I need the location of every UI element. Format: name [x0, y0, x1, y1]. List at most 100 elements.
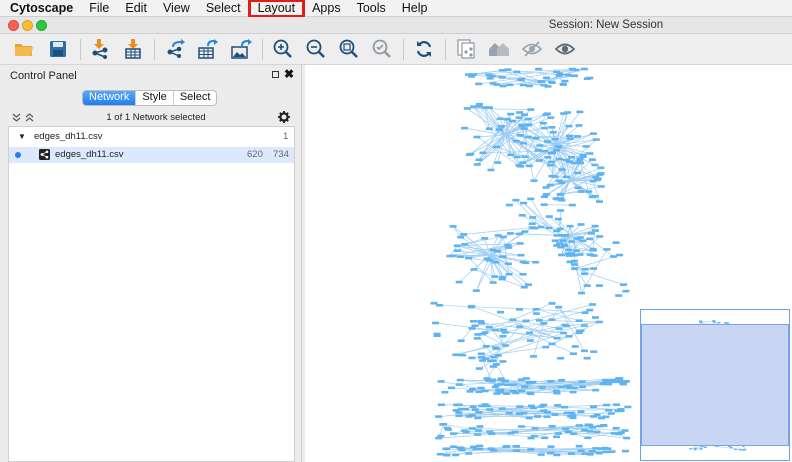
network-node[interactable] — [564, 111, 572, 114]
network-node[interactable] — [562, 158, 570, 162]
network-node[interactable] — [557, 209, 565, 212]
network-node[interactable] — [580, 67, 588, 71]
network-node[interactable] — [468, 356, 476, 360]
network-node[interactable] — [543, 140, 551, 143]
network-node[interactable] — [531, 427, 539, 430]
network-node[interactable] — [470, 73, 478, 76]
network-node[interactable] — [588, 158, 596, 161]
network-node[interactable] — [575, 424, 583, 427]
network-node[interactable] — [596, 235, 604, 238]
network-node[interactable] — [461, 243, 469, 246]
network-node[interactable] — [537, 225, 545, 229]
network-node[interactable] — [527, 197, 535, 201]
network-node[interactable] — [530, 406, 538, 410]
menu-edit[interactable]: Edit — [117, 0, 155, 17]
network-node[interactable] — [493, 145, 501, 149]
network-node[interactable] — [587, 232, 595, 235]
network-node[interactable] — [486, 77, 494, 80]
network-node[interactable] — [532, 136, 540, 140]
network-node[interactable] — [573, 135, 581, 138]
menu-tools[interactable]: Tools — [349, 0, 394, 17]
network-node[interactable] — [449, 254, 457, 258]
network-node[interactable] — [586, 430, 594, 433]
network-node[interactable] — [519, 83, 527, 87]
network-node[interactable] — [505, 272, 513, 276]
network-node[interactable] — [584, 436, 592, 440]
network-node[interactable] — [540, 203, 548, 206]
network-node[interactable] — [595, 284, 603, 287]
network-node[interactable] — [553, 70, 561, 74]
network-node[interactable] — [467, 305, 475, 309]
network-node[interactable] — [592, 138, 600, 141]
network-node[interactable] — [452, 353, 460, 357]
network-node[interactable] — [548, 424, 556, 428]
network-node[interactable] — [530, 179, 538, 182]
network-node[interactable] — [475, 410, 483, 414]
network-node[interactable] — [507, 112, 515, 116]
network-node[interactable] — [520, 127, 528, 130]
network-node[interactable] — [621, 449, 629, 453]
network-node[interactable] — [600, 424, 608, 427]
network-node[interactable] — [589, 132, 597, 135]
zoom-in-icon[interactable] — [271, 38, 295, 60]
network-node[interactable] — [603, 248, 611, 251]
network-node[interactable] — [554, 432, 562, 435]
network-node[interactable] — [741, 449, 745, 451]
network-node[interactable] — [450, 432, 458, 435]
network-node[interactable] — [489, 359, 497, 363]
network-node[interactable] — [543, 415, 551, 418]
network-node[interactable] — [489, 281, 497, 284]
network-node[interactable] — [578, 291, 586, 295]
network-node[interactable] — [555, 145, 563, 149]
network-node[interactable] — [561, 244, 569, 248]
network-node[interactable] — [580, 324, 588, 327]
network-node[interactable] — [570, 386, 578, 390]
network-node[interactable] — [483, 377, 491, 380]
network-node[interactable] — [437, 380, 445, 383]
network-node[interactable] — [470, 445, 478, 449]
network-node[interactable] — [485, 325, 493, 329]
menu-apps[interactable]: Apps — [304, 0, 349, 17]
network-node[interactable] — [575, 319, 583, 322]
network-node[interactable] — [558, 253, 566, 257]
network-node[interactable] — [519, 273, 527, 276]
navigator-viewport[interactable] — [641, 324, 789, 446]
network-node[interactable] — [578, 380, 586, 383]
network-node[interactable] — [475, 367, 483, 370]
network-node[interactable] — [547, 116, 555, 119]
open-session-icon[interactable] — [12, 38, 36, 60]
show-icon[interactable] — [553, 38, 577, 60]
network-node[interactable] — [588, 303, 596, 306]
network-node[interactable] — [568, 155, 576, 159]
network-node[interactable] — [556, 193, 564, 196]
network-node[interactable] — [576, 157, 584, 161]
network-node[interactable] — [470, 320, 478, 323]
hide-icon[interactable] — [520, 38, 544, 60]
network-node[interactable] — [547, 445, 555, 449]
network-node[interactable] — [598, 416, 606, 420]
network-node[interactable] — [734, 448, 738, 451]
network-node[interactable] — [521, 230, 529, 233]
network-node[interactable] — [527, 108, 535, 111]
network-node[interactable] — [575, 444, 583, 448]
network-node[interactable] — [520, 113, 528, 117]
network-node[interactable] — [515, 116, 523, 119]
network-node[interactable] — [474, 416, 482, 420]
network-node[interactable] — [499, 334, 507, 338]
network-node[interactable] — [602, 378, 610, 382]
network-node[interactable] — [485, 259, 493, 262]
zoom-fit-icon[interactable] — [337, 38, 361, 60]
network-node[interactable] — [439, 423, 447, 426]
network-node[interactable] — [499, 84, 507, 88]
network-node[interactable] — [517, 77, 525, 81]
network-node[interactable] — [559, 83, 567, 86]
network-node[interactable] — [540, 126, 548, 130]
network-node[interactable] — [568, 411, 576, 415]
network-node[interactable] — [468, 327, 476, 330]
network-node[interactable] — [539, 386, 547, 389]
network-node[interactable] — [541, 149, 549, 153]
network-node[interactable] — [597, 172, 605, 175]
network-node[interactable] — [528, 222, 536, 226]
tab-network[interactable]: Network — [83, 91, 136, 105]
network-node[interactable] — [592, 316, 600, 319]
